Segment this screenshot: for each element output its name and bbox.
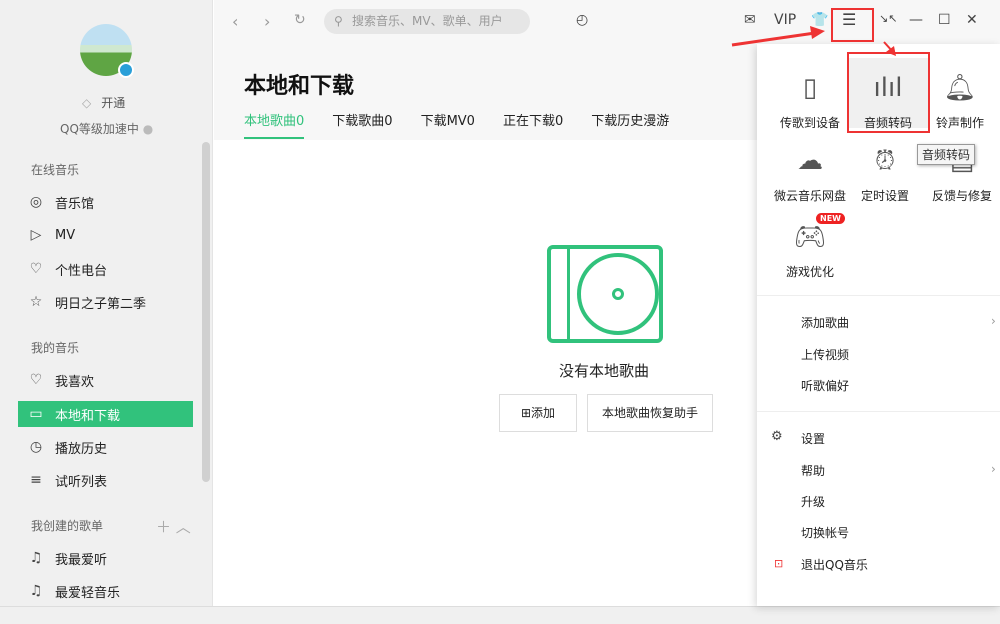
- annotation-arrows: [731, 26, 896, 56]
